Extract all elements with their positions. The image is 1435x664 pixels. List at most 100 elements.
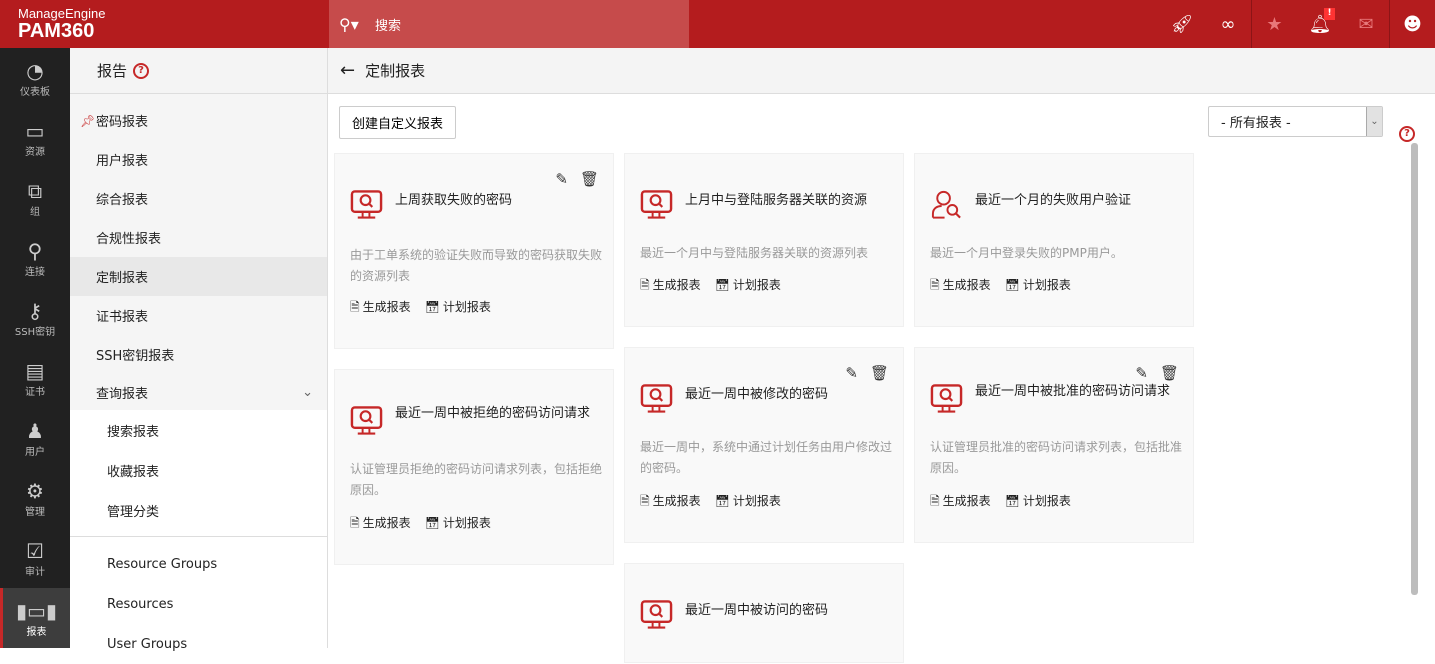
schedule-report-link[interactable]: 📅︎ 计划报表	[1005, 276, 1071, 297]
nav-resources[interactable]: ▭ 资源	[0, 108, 70, 168]
connection-icon: ⚲	[27, 238, 43, 263]
sidebar-item-compliance-reports[interactable]: 合规性报表	[70, 218, 327, 257]
sidebar-item-certificate-reports[interactable]: 证书报表	[70, 296, 327, 335]
edit-icon[interactable]: ✎	[845, 364, 858, 382]
report-card-title[interactable]: 上周获取失败的密码	[395, 190, 595, 211]
help-icon[interactable]: ?	[133, 62, 150, 79]
nav-ssh-keys[interactable]: ⚷ SSH密钥	[0, 288, 70, 348]
product-logo[interactable]: PAM360	[18, 20, 94, 43]
report-card[interactable]: ✎ 🗑︎ 最近一周中被修改的密码 最近一周中，系统中通过计划任务由用户修改过的密码。 🗎…	[624, 347, 904, 543]
sidebar-item-favorite-reports[interactable]: 收藏报表	[70, 450, 327, 490]
generate-report-link[interactable]: 🗎︎ 生成报表	[930, 276, 991, 297]
report-card-title[interactable]: 最近一周中被拒绝的密码访问请求	[395, 403, 595, 424]
sidebar-item-label: 密码报表	[96, 115, 149, 130]
pin-icon[interactable]: 📌︎	[80, 114, 95, 128]
generate-report-label: 生成报表	[362, 516, 411, 530]
schedule-report-link[interactable]: 📅︎ 计划报表	[715, 492, 781, 513]
generate-report-link[interactable]: 🗎︎ 生成报表	[640, 492, 701, 513]
nav-admin[interactable]: ⚙ 管理	[0, 468, 70, 528]
generate-report-link[interactable]: 🗎︎ 生成报表	[640, 276, 701, 297]
report-card[interactable]: ✎ 🗑︎ 上周获取失败的密码 由于工单系统的验证失败而导致的密码获取失败的资源列表 🗎︎…	[334, 153, 614, 349]
nav-groups[interactable]: ⧉ 组	[0, 168, 70, 228]
schedule-report-link[interactable]: 📅︎ 计划报表	[1005, 492, 1071, 513]
nav-label: SSH密钥	[14, 326, 56, 338]
search-input[interactable]: 搜索	[375, 15, 401, 34]
notification-badge: !	[1324, 8, 1335, 20]
search-icon[interactable]: ⚲▾	[339, 15, 375, 34]
sidebar-item-general-reports[interactable]: 综合报表	[70, 179, 327, 218]
mail-icon[interactable]: ✉	[1343, 0, 1389, 48]
page-title: 定制报表	[365, 62, 426, 80]
user-profile-icon[interactable]: ☻	[1389, 0, 1435, 48]
sidebar-item-search-reports[interactable]: 搜索报表	[70, 410, 327, 450]
create-custom-report-button[interactable]: 创建自定义报表	[339, 106, 456, 139]
report-card-title[interactable]: 最近一个月的失败用户验证	[975, 190, 1175, 211]
chevron-down-icon[interactable]: ⌄	[1366, 107, 1382, 136]
user-star-icon[interactable]: ★	[1251, 0, 1297, 48]
nav-users[interactable]: ♟ 用户	[0, 408, 70, 468]
sidebar-item-label: 管理分类	[107, 504, 160, 520]
sidebar-item-label: 证书报表	[96, 310, 149, 325]
bell-icon[interactable]: 🔔︎!	[1297, 0, 1343, 48]
sidebar-item-custom-reports[interactable]: 定制报表	[70, 257, 327, 296]
report-filter-select[interactable]: - 所有报表 - ⌄	[1208, 106, 1383, 137]
generate-report-label: 生成报表	[652, 494, 701, 508]
back-arrow-icon[interactable]: ←	[340, 60, 355, 81]
sidebar-item-resource-groups[interactable]: Resource Groups	[70, 544, 327, 584]
report-card[interactable]: ✎ 🗑︎ 最近一周中被批准的密码访问请求 认证管理员批准的密码访问请求列表，包括批准原…	[914, 347, 1194, 543]
sidebar-item-label: User Groups	[107, 636, 188, 652]
sidebar-item-label: 合规性报表	[96, 232, 162, 247]
schedule-report-link[interactable]: 📅︎ 计划报表	[425, 514, 491, 535]
rocket-icon[interactable]: 🚀︎	[1159, 0, 1205, 48]
chart-icon: ▮▭▮	[16, 598, 57, 623]
scrollbar[interactable]	[1411, 143, 1418, 595]
generate-report-link[interactable]: 🗎︎ 生成报表	[930, 492, 991, 513]
report-card[interactable]: 最近一个月的失败用户验证 最近一个月中登录失败的PMP用户。 🗎︎ 生成报表 📅︎ 计划报…	[914, 153, 1194, 327]
calendar-icon: 📅︎	[1004, 494, 1020, 508]
schedule-report-link[interactable]: 📅︎ 计划报表	[715, 276, 781, 297]
nav-connections[interactable]: ⚲ 连接	[0, 228, 70, 288]
report-card-title[interactable]: 上月中与登陆服务器关联的资源	[685, 190, 885, 211]
sidebar-item-resources[interactable]: Resources	[70, 584, 327, 624]
schedule-report-label: 计划报表	[732, 494, 781, 508]
nav-certificates[interactable]: ▤ 证书	[0, 348, 70, 408]
user-icon: ♟	[26, 418, 44, 443]
report-card-description: 认证管理员拒绝的密码访问请求列表，包括拒绝原因。	[350, 462, 603, 497]
link-icon[interactable]: ∞	[1205, 0, 1251, 48]
sidebar-item-ssh-key-reports[interactable]: SSH密钥报表	[70, 335, 327, 374]
calendar-icon: 📅︎	[714, 278, 730, 292]
report-card-title[interactable]: 最近一周中被访问的密码	[685, 600, 885, 621]
report-card[interactable]: 最近一周中被拒绝的密码访问请求认证管理员拒绝的密码访问请求列表，包括拒绝原因。 🗎…	[334, 369, 614, 565]
sidebar-item-user-reports[interactable]: 用户报表	[70, 140, 327, 179]
report-card[interactable]: 上月中与登陆服务器关联的资源 最近一个月中与登陆服务器关联的资源列表 🗎︎ 生成报表 📅…	[624, 153, 904, 327]
schedule-report-link[interactable]: 📅︎ 计划报表	[425, 298, 491, 319]
generate-report-label: 生成报表	[362, 300, 411, 314]
document-icon: 🗎︎	[930, 494, 940, 508]
edit-icon[interactable]: ✎	[1135, 364, 1148, 382]
nav-dashboard[interactable]: ◔ 仪表板	[0, 48, 70, 108]
generate-report-link[interactable]: 🗎︎ 生成报表	[350, 298, 411, 319]
sidebar-item-manage-categories[interactable]: 管理分类	[70, 490, 327, 530]
sidebar-item-user-groups[interactable]: User Groups	[70, 624, 327, 664]
sidebar-item-query-reports[interactable]: 查询报表 ⌄	[70, 374, 327, 410]
sidebar-item-password-reports[interactable]: 📌︎ 密码报表	[70, 101, 327, 140]
search-bar[interactable]: ⚲▾ 搜索	[329, 0, 689, 48]
chevron-down-icon[interactable]: ⌄	[302, 385, 313, 400]
trash-icon[interactable]: 🗑︎	[1160, 364, 1179, 382]
trash-icon[interactable]: 🗑︎	[870, 364, 889, 382]
schedule-report-label: 计划报表	[442, 300, 491, 314]
nav-audit[interactable]: ☑ 审计	[0, 528, 70, 588]
sidebar-item-label: 收藏报表	[107, 464, 160, 480]
edit-icon[interactable]: ✎	[555, 170, 568, 188]
sidebar-item-label: 定制报表	[96, 271, 149, 286]
reports-sidebar: 报告? 📌︎ 密码报表 用户报表 综合报表 合规性报表 定制报表 证书报表 SSH…	[70, 48, 328, 652]
calendar-icon: 📅︎	[1004, 278, 1020, 292]
report-card-title[interactable]: 最近一周中被批准的密码访问请求	[975, 381, 1175, 402]
sidebar-item-label: SSH密钥报表	[96, 349, 175, 364]
report-card-title[interactable]: 最近一周中被修改的密码	[685, 384, 885, 405]
generate-report-link[interactable]: 🗎︎ 生成报表	[350, 514, 411, 535]
report-card[interactable]: 最近一周中被访问的密码	[624, 563, 904, 663]
help-icon[interactable]: ?	[1399, 126, 1415, 142]
nav-reports[interactable]: ▮▭▮ 报表	[0, 588, 70, 648]
trash-icon[interactable]: 🗑︎	[580, 170, 599, 188]
